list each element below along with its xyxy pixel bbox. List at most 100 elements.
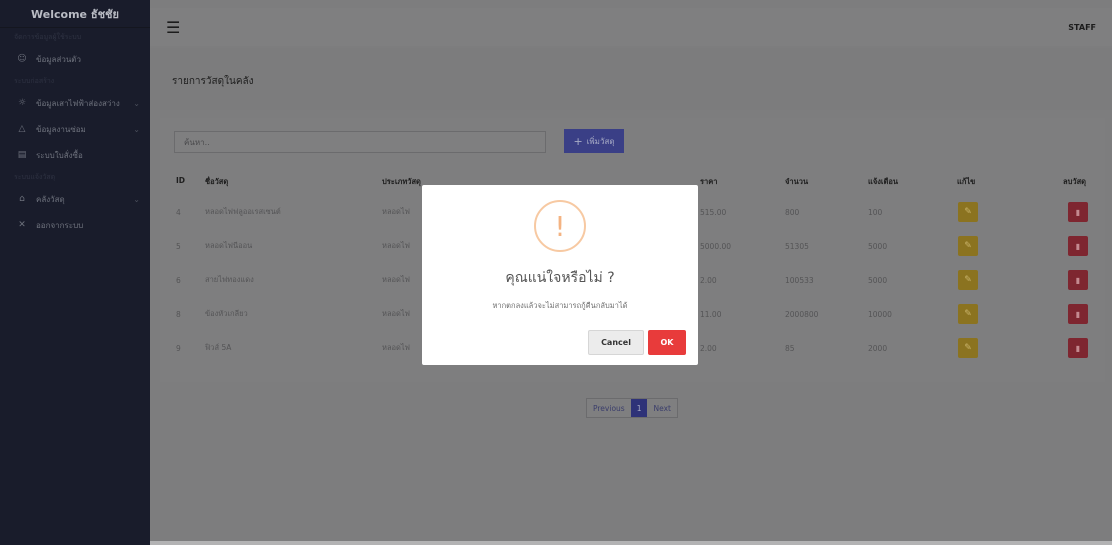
sidebar-item-logout[interactable]: ✕ ออกจากระบบ bbox=[0, 212, 150, 238]
delete-button[interactable]: ▮ bbox=[1068, 270, 1088, 290]
chevron-down-icon: ⌄ bbox=[133, 98, 140, 108]
ok-button[interactable]: OK bbox=[648, 330, 686, 355]
confirm-dialog: ! คุณแน่ใจหรือไม่ ? หากตกลงแล้วจะไม่สามา… bbox=[422, 185, 698, 365]
add-material-button[interactable]: + เพิ่มวัสดุ bbox=[564, 129, 624, 153]
cell-price: 515.00 bbox=[700, 207, 727, 217]
pagination: Previous 1 Next bbox=[586, 398, 678, 418]
cell-alert: 10000 bbox=[868, 309, 892, 319]
sidebar-section-materials: ระบบแจ้งวัสดุ bbox=[14, 172, 56, 181]
pencil-icon: ✎ bbox=[964, 207, 972, 217]
sun-icon: ☼ bbox=[17, 98, 27, 108]
column-header-edit: แก้ไข bbox=[957, 177, 976, 186]
sidebar-item-label: ข้อมูลส่วนตัว bbox=[36, 54, 81, 64]
sidebar-item-label: ระบบใบสั่งซื้อ bbox=[36, 150, 83, 160]
cell-price: 11.00 bbox=[700, 309, 722, 319]
pencil-icon: ✎ bbox=[964, 241, 972, 251]
cell-alert: 5000 bbox=[868, 241, 888, 251]
delete-button[interactable]: ▮ bbox=[1068, 236, 1088, 256]
previous-page-button[interactable]: Previous bbox=[587, 399, 631, 417]
sidebar-item-label: ข้อมูลเสาไฟฟ้าส่องสว่าง bbox=[36, 98, 120, 108]
cell-type: หลอดไฟ bbox=[382, 275, 410, 284]
sidebar-item-purchase-orders[interactable]: ▤ ระบบใบสั่งซื้อ bbox=[0, 142, 150, 168]
cell-name: ข้องหัวเกลียว bbox=[205, 309, 248, 318]
edit-button[interactable]: ✎ bbox=[958, 202, 978, 222]
cell-name: ฟิวส์ 5A bbox=[205, 343, 232, 352]
sidebar-brand: Welcome ธัชชัย bbox=[0, 0, 150, 28]
warehouse-icon: ⌂ bbox=[19, 194, 25, 204]
cell-id: 4 bbox=[176, 207, 181, 217]
trash-icon: ▮ bbox=[1075, 275, 1081, 285]
footer-divider bbox=[150, 541, 1112, 545]
dialog-message: หากตกลงแล้วจะไม่สามารถกู้คืนกลับมาได้ bbox=[492, 301, 628, 310]
column-header-type: ประเภทวัสดุ bbox=[382, 177, 421, 186]
sidebar-item-lamp-posts[interactable]: ☼ ข้อมูลเสาไฟฟ้าส่องสว่าง ⌄ bbox=[0, 90, 150, 116]
delete-button[interactable]: ▮ bbox=[1068, 202, 1088, 222]
pencil-icon: ✎ bbox=[964, 309, 972, 319]
cell-type: หลอดไฟ bbox=[382, 207, 410, 216]
cell-name: หลอดไฟนีออน bbox=[205, 241, 253, 250]
pencil-icon: ✎ bbox=[964, 343, 972, 353]
trash-icon: ▮ bbox=[1075, 309, 1081, 319]
cell-quantity: 51305 bbox=[785, 241, 809, 251]
column-header-price: ราคา bbox=[700, 177, 718, 186]
page-button-current[interactable]: 1 bbox=[630, 399, 648, 417]
trash-icon: ▮ bbox=[1075, 241, 1081, 251]
menu-icon[interactable]: ☰ bbox=[166, 18, 180, 37]
close-icon: ✕ bbox=[18, 220, 26, 230]
delete-button[interactable]: ▮ bbox=[1068, 338, 1088, 358]
edit-button[interactable]: ✎ bbox=[958, 304, 978, 324]
cell-id: 6 bbox=[176, 275, 181, 285]
sidebar: Welcome ธัชชัย จัดการข้อมูลผู้ใช้ระบบ ☺ … bbox=[0, 0, 150, 545]
trash-icon: ▮ bbox=[1075, 207, 1081, 217]
chevron-down-icon: ⌄ bbox=[133, 194, 140, 204]
user-icon: ☺ bbox=[17, 54, 27, 64]
plus-icon: + bbox=[573, 134, 583, 148]
cell-id: 8 bbox=[176, 309, 181, 319]
edit-button[interactable]: ✎ bbox=[958, 338, 978, 358]
cell-id: 5 bbox=[176, 241, 181, 251]
column-header-delete: ลบวัสดุ bbox=[1063, 177, 1087, 186]
cell-alert: 2000 bbox=[868, 343, 888, 353]
cell-name: สายไฟทองแดง bbox=[205, 275, 254, 284]
chevron-down-icon: ⌄ bbox=[133, 124, 140, 134]
cell-alert: 5000 bbox=[868, 275, 888, 285]
sidebar-item-label: ข้อมูลงานซ่อม bbox=[36, 124, 86, 134]
page-title: รายการวัสดุในคลัง bbox=[150, 48, 1112, 110]
sidebar-section-construction: ระบบก่อสร้าง bbox=[14, 76, 55, 85]
cell-type: หลอดไฟ bbox=[382, 309, 410, 318]
topbar: ☰ STAFF bbox=[150, 8, 1112, 46]
cell-alert: 100 bbox=[868, 207, 883, 217]
warning-icon: △ bbox=[18, 124, 26, 134]
search-input[interactable]: ค้นหา.. bbox=[174, 131, 546, 153]
user-role[interactable]: STAFF bbox=[1068, 23, 1096, 32]
sidebar-item-profile[interactable]: ☺ ข้อมูลส่วนตัว bbox=[0, 46, 150, 72]
edit-button[interactable]: ✎ bbox=[958, 236, 978, 256]
next-page-button[interactable]: Next bbox=[647, 399, 677, 417]
add-material-label: เพิ่มวัสดุ bbox=[586, 136, 615, 146]
sidebar-item-repairs[interactable]: △ ข้อมูลงานซ่อม ⌄ bbox=[0, 116, 150, 142]
cell-price: 2.00 bbox=[700, 343, 717, 353]
dialog-title: คุณแน่ใจหรือไม่ ? bbox=[505, 270, 615, 286]
sidebar-item-warehouse[interactable]: ⌂ คลังวัสดุ ⌄ bbox=[0, 186, 150, 212]
exclamation-icon: ! bbox=[534, 200, 586, 252]
cell-id: 9 bbox=[176, 343, 181, 353]
trash-icon: ▮ bbox=[1075, 343, 1081, 353]
sidebar-item-label: ออกจากระบบ bbox=[36, 220, 84, 230]
cell-name: หลอดไฟฟลูออเรสเซนต์ bbox=[205, 207, 281, 216]
cell-quantity: 2000800 bbox=[785, 309, 819, 319]
cell-quantity: 800 bbox=[785, 207, 800, 217]
cell-type: หลอดไฟ bbox=[382, 241, 410, 250]
cell-type: หลอดไฟ bbox=[382, 343, 410, 352]
cell-quantity: 100533 bbox=[785, 275, 814, 285]
cancel-button[interactable]: Cancel bbox=[588, 330, 644, 355]
sidebar-section-users: จัดการข้อมูลผู้ใช้ระบบ bbox=[14, 32, 82, 41]
cell-price: 5000.00 bbox=[700, 241, 732, 251]
cell-price: 2.00 bbox=[700, 275, 717, 285]
document-icon: ▤ bbox=[17, 150, 27, 160]
column-header-id: ID bbox=[176, 176, 186, 185]
pencil-icon: ✎ bbox=[964, 275, 972, 285]
delete-button[interactable]: ▮ bbox=[1068, 304, 1088, 324]
column-header-alert: แจ้งเตือน bbox=[868, 177, 898, 186]
edit-button[interactable]: ✎ bbox=[958, 270, 978, 290]
sidebar-item-label: คลังวัสดุ bbox=[36, 194, 65, 204]
